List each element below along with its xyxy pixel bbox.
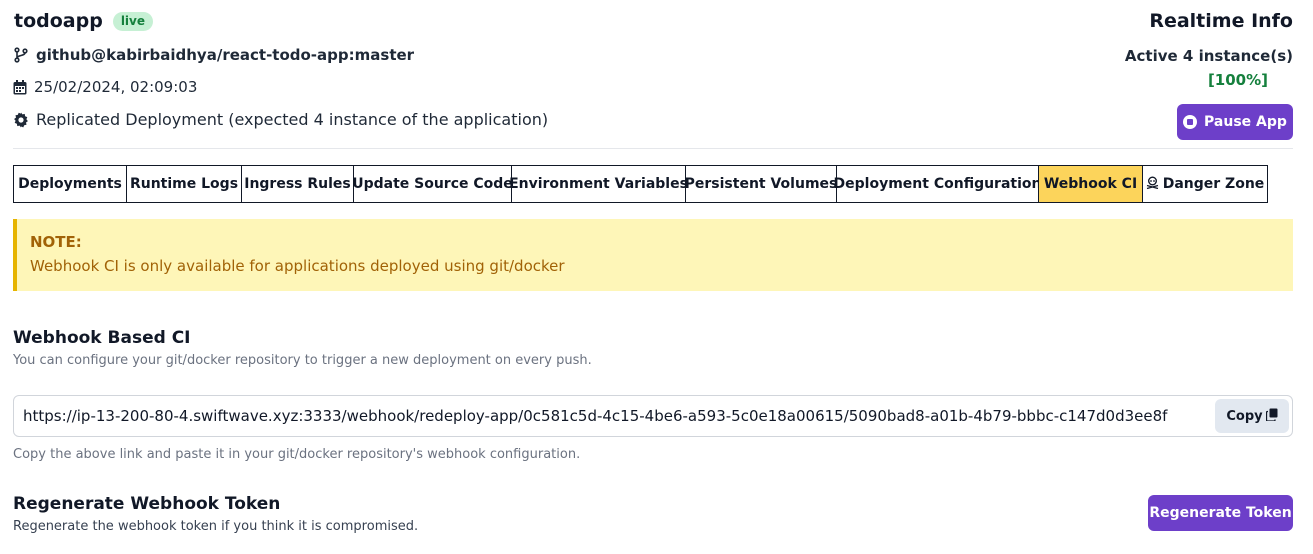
realtime-title: Realtime Info [1149,10,1293,32]
deployment-row: Replicated Deployment (expected 4 instan… [13,110,548,129]
note-title: NOTE: [30,233,82,251]
regenerate-section-description: Regenerate the webhook token if you thin… [13,519,419,534]
tab-label: Danger Zone [1162,176,1265,192]
date-row: 25/02/2024, 02:09:03 [13,78,197,96]
copy-label: Copy [1226,408,1263,424]
calendar-icon [13,79,27,95]
tab-deployment-configuration[interactable]: Deployment Configuration [833,165,1042,203]
webhook-url[interactable]: https://ip-13-200-80-4.swiftwave.xyz:333… [14,407,1292,425]
deployment-mode: Replicated Deployment (expected 4 instan… [36,110,549,129]
webhook-url-field[interactable]: https://ip-13-200-80-4.swiftwave.xyz:333… [13,395,1293,437]
tab-label: Update Source Code [352,176,513,192]
webhook-section-description: You can configure your git/docker reposi… [13,353,592,368]
note-text: Webhook CI is only available for applica… [30,257,565,275]
status-badge: live [112,11,153,31]
tab-update-source-code[interactable]: Update Source Code [352,165,513,203]
app-name: todoapp [14,10,103,32]
tab-bar: Deployments Runtime Logs Ingress Rules U… [13,165,1268,203]
pause-app-button[interactable]: Pause App [1177,104,1293,140]
tab-label: Persistent Volumes [684,176,838,192]
app-title-group: todoapp live [14,10,153,32]
instance-count: Active 4 instance(s) [1124,47,1293,65]
tab-runtime-logs[interactable]: Runtime Logs [126,165,242,203]
note-banner: NOTE: Webhook CI is only available for a… [13,219,1293,291]
tab-persistent-volumes[interactable]: Persistent Volumes [685,165,837,203]
tab-deployments[interactable]: Deployments [13,165,127,203]
git-branch-icon [13,47,29,63]
tab-label: Runtime Logs [129,176,239,192]
header-divider [13,148,1293,149]
copy-button[interactable]: Copy [1215,399,1289,433]
tab-environment-variables[interactable]: Environment Variables [509,165,688,203]
tab-label: Deployment Configuration [833,176,1042,192]
regenerate-token-button[interactable]: Regenerate Token [1148,495,1293,531]
gear-icon [13,112,29,128]
tab-label: Environment Variables [509,176,688,192]
webhook-section-title: Webhook Based CI [13,328,191,348]
tab-label: Deployments [18,176,122,192]
copy-hint: Copy the above link and paste it in your… [13,447,581,462]
copy-icon [1265,408,1278,425]
skull-icon [1146,176,1159,193]
tab-danger-zone[interactable]: Danger Zone [1142,165,1268,203]
tab-label: Ingress Rules [244,176,351,192]
pause-circle-icon [1183,115,1198,129]
pause-app-label: Pause App [1204,114,1287,130]
repo-row: github@kabirbaidhya/react-todo-app:maste… [13,46,414,64]
tab-label: Webhook CI [1043,176,1138,192]
tab-webhook-ci[interactable]: Webhook CI [1038,165,1143,203]
tab-ingress-rules[interactable]: Ingress Rules [241,165,354,203]
realtime-panel: Realtime Info [1149,10,1293,32]
instance-percent: [100%] [1207,71,1268,89]
repo-text: github@kabirbaidhya/react-todo-app:maste… [36,46,415,64]
regenerate-section-title: Regenerate Webhook Token [13,494,281,514]
deployment-date: 25/02/2024, 02:09:03 [34,78,198,96]
